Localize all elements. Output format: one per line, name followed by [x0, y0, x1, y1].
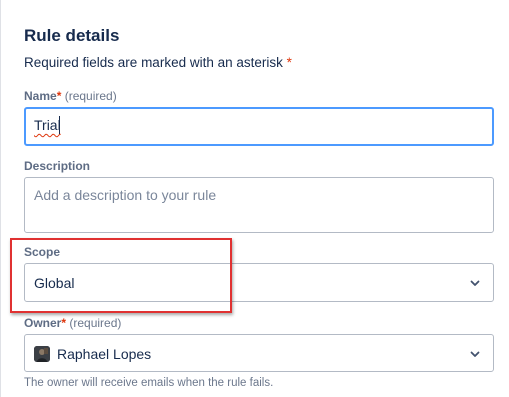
avatar [34, 346, 50, 362]
chevron-down-icon[interactable] [469, 348, 481, 360]
chevron-down-icon[interactable] [469, 277, 481, 289]
panel-edge [0, 0, 1, 397]
owner-helper-text: The owner will receive emails when the r… [24, 377, 274, 389]
name-input[interactable]: Trial [24, 107, 494, 146]
owner-label-text: Owner [24, 316, 62, 330]
panel-title: Rule details [24, 26, 120, 45]
name-asterisk: * [56, 89, 62, 103]
required-note-text: Required fields are marked with an aster… [24, 55, 283, 70]
text-caret [59, 116, 60, 134]
description-placeholder: Add a description to your rule [34, 187, 217, 203]
name-label: Name* (required) [24, 89, 117, 103]
required-note: Required fields are marked with an aster… [24, 55, 292, 70]
name-required-hint: (required) [64, 89, 117, 103]
description-label: Description [24, 159, 91, 173]
scope-highlight-annotation [10, 238, 232, 313]
owner-select-value: Raphael Lopes [57, 346, 152, 362]
owner-label: Owner* (required) [24, 316, 121, 330]
name-label-text: Name [24, 89, 57, 103]
owner-asterisk: * [61, 316, 67, 330]
required-asterisk: * [286, 55, 292, 70]
owner-required-hint: (required) [69, 316, 122, 330]
owner-select[interactable]: Raphael Lopes [24, 334, 494, 372]
name-input-value: Trial [34, 117, 61, 133]
description-textarea[interactable]: Add a description to your rule [24, 177, 494, 233]
